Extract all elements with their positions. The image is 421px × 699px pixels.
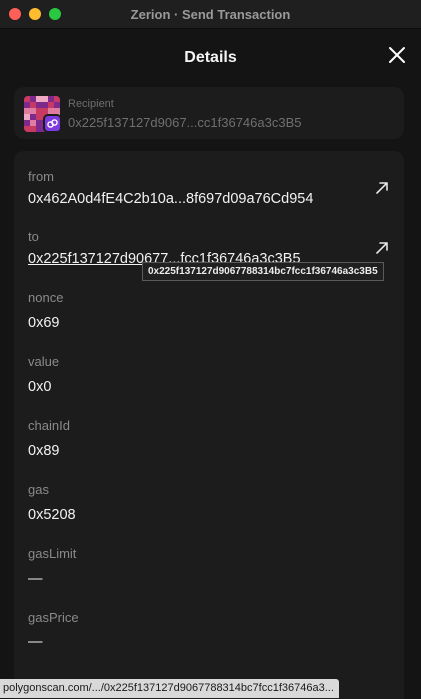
- title-bar: Zerion · Send Transaction: [0, 0, 421, 29]
- gasprice-value: —: [28, 634, 43, 650]
- gas-value: 0x5208: [28, 507, 76, 523]
- to-label: to: [28, 229, 39, 244]
- nonce-label: nonce: [28, 290, 64, 305]
- address-tooltip: 0x225f137127d9067788314bc7fcc1f36746a3c3…: [142, 262, 384, 281]
- external-link-icon: [376, 182, 388, 194]
- from-value: 0x462A0d4fE4C2b10a...8f697d09a76Cd954: [28, 191, 314, 207]
- gasprice-label: gasPrice: [28, 610, 79, 625]
- from-open-explorer-button[interactable]: [375, 181, 389, 195]
- page-title: Details: [184, 49, 237, 66]
- chainid-label: chainId: [28, 418, 70, 433]
- chainid-value: 0x89: [28, 443, 60, 459]
- nonce-value: 0x69: [28, 315, 60, 331]
- gas-label: gas: [28, 482, 49, 497]
- to-open-explorer-button[interactable]: [375, 241, 389, 255]
- status-bar-url: polygonscan.com/.../0x225f137127d9067788…: [0, 679, 339, 698]
- value-label: value: [28, 354, 60, 369]
- from-label: from: [28, 169, 54, 184]
- recipient-card: Recipient 0x225f137127d9067...cc1f36746a…: [14, 87, 404, 139]
- send-transaction-window: Zerion · Send Transaction Details Recipi…: [0, 0, 421, 699]
- window-title: Zerion · Send Transaction: [130, 7, 291, 22]
- link-icon: [47, 119, 58, 128]
- gaslimit-label: gasLimit: [28, 546, 77, 561]
- close-button[interactable]: [386, 44, 408, 66]
- network-badge: [43, 114, 62, 133]
- recipient-address: 0x225f137127d9067...cc1f36746a3c3B5: [68, 115, 302, 130]
- recipient-label: Recipient: [68, 98, 114, 110]
- external-link-icon: [376, 242, 388, 254]
- gaslimit-value: —: [28, 571, 43, 587]
- value-value: 0x0: [28, 379, 52, 395]
- close-icon: [389, 47, 405, 63]
